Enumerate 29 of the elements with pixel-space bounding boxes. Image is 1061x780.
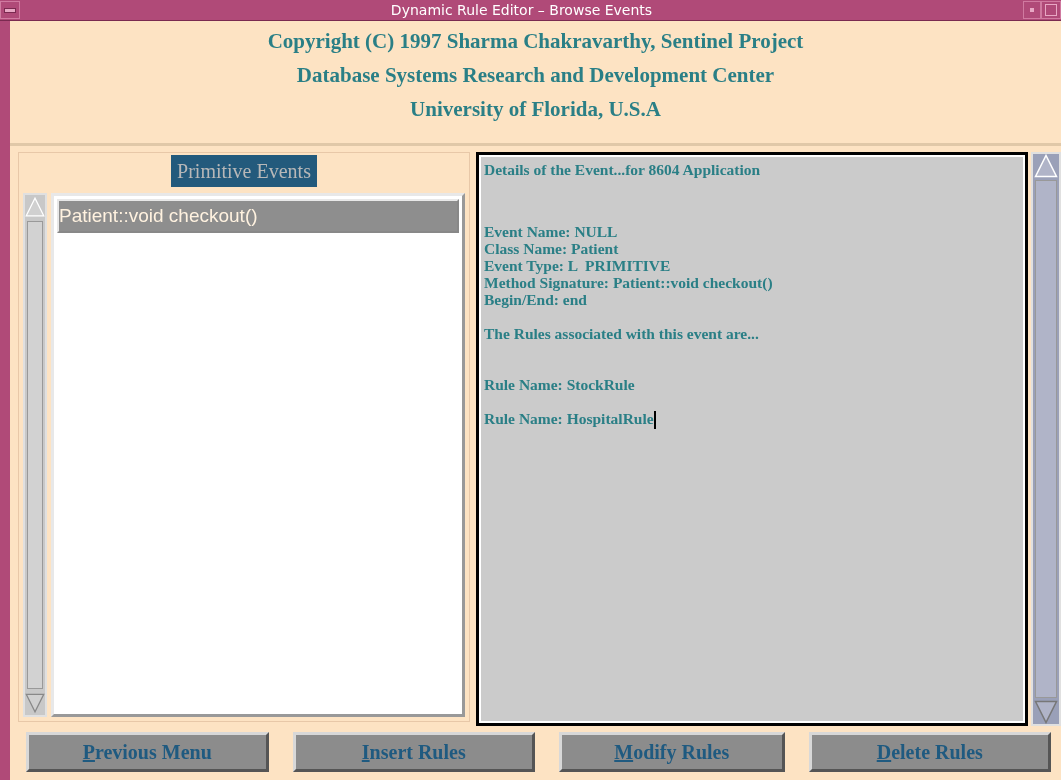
panel-title: Primitive Events	[171, 155, 317, 187]
detail-text: Event Type: L PRIMITIVE	[484, 257, 672, 274]
detail-text: The Rules associated with this event are...	[484, 325, 760, 342]
minimize-button[interactable]	[1023, 1, 1041, 19]
event-item[interactable]: Patient::void checkout()	[57, 199, 459, 233]
detail-text: Begin/End: end	[484, 291, 588, 308]
scrollbar[interactable]	[23, 193, 47, 717]
maximize-button[interactable]	[1041, 1, 1061, 19]
window-title: Dynamic Rule Editor – Browse Events	[389, 2, 654, 18]
detail-text: Class Name: Patient	[484, 240, 620, 257]
scroll-up-icon[interactable]	[1033, 154, 1059, 178]
scroll-up-icon[interactable]	[25, 195, 45, 219]
action-button[interactable]: Previous Menu	[26, 732, 269, 772]
header-text: Copyright (C) 1997 Sharma Chakravarthy, Sentinel Project	[267, 28, 804, 55]
action-button[interactable]: Insert Rules	[292, 732, 535, 772]
action-button[interactable]: Modify Rules	[559, 732, 785, 772]
detail-text: Event Name: NULL	[484, 223, 619, 240]
detail-text: Rule Name: HospitalRule	[484, 410, 1020, 430]
action-button[interactable]: Delete Rules	[808, 732, 1051, 772]
scrollbar[interactable]	[1031, 152, 1061, 726]
detail-text: Rule Name: StockRule	[484, 376, 636, 393]
detail-text: Method Signature: Patient::void checkout()	[484, 274, 774, 291]
detail-text: Details of the Event...for 8604 Application	[484, 161, 762, 178]
window-menu-button[interactable]	[0, 1, 20, 19]
details-text-area[interactable]	[476, 152, 1028, 726]
header-text: University of Florida, U.S.A	[410, 96, 661, 123]
scroll-down-icon[interactable]	[25, 691, 45, 715]
header-text: Database Systems Research and Development Center	[296, 62, 775, 89]
scroll-down-icon[interactable]	[1033, 700, 1059, 724]
